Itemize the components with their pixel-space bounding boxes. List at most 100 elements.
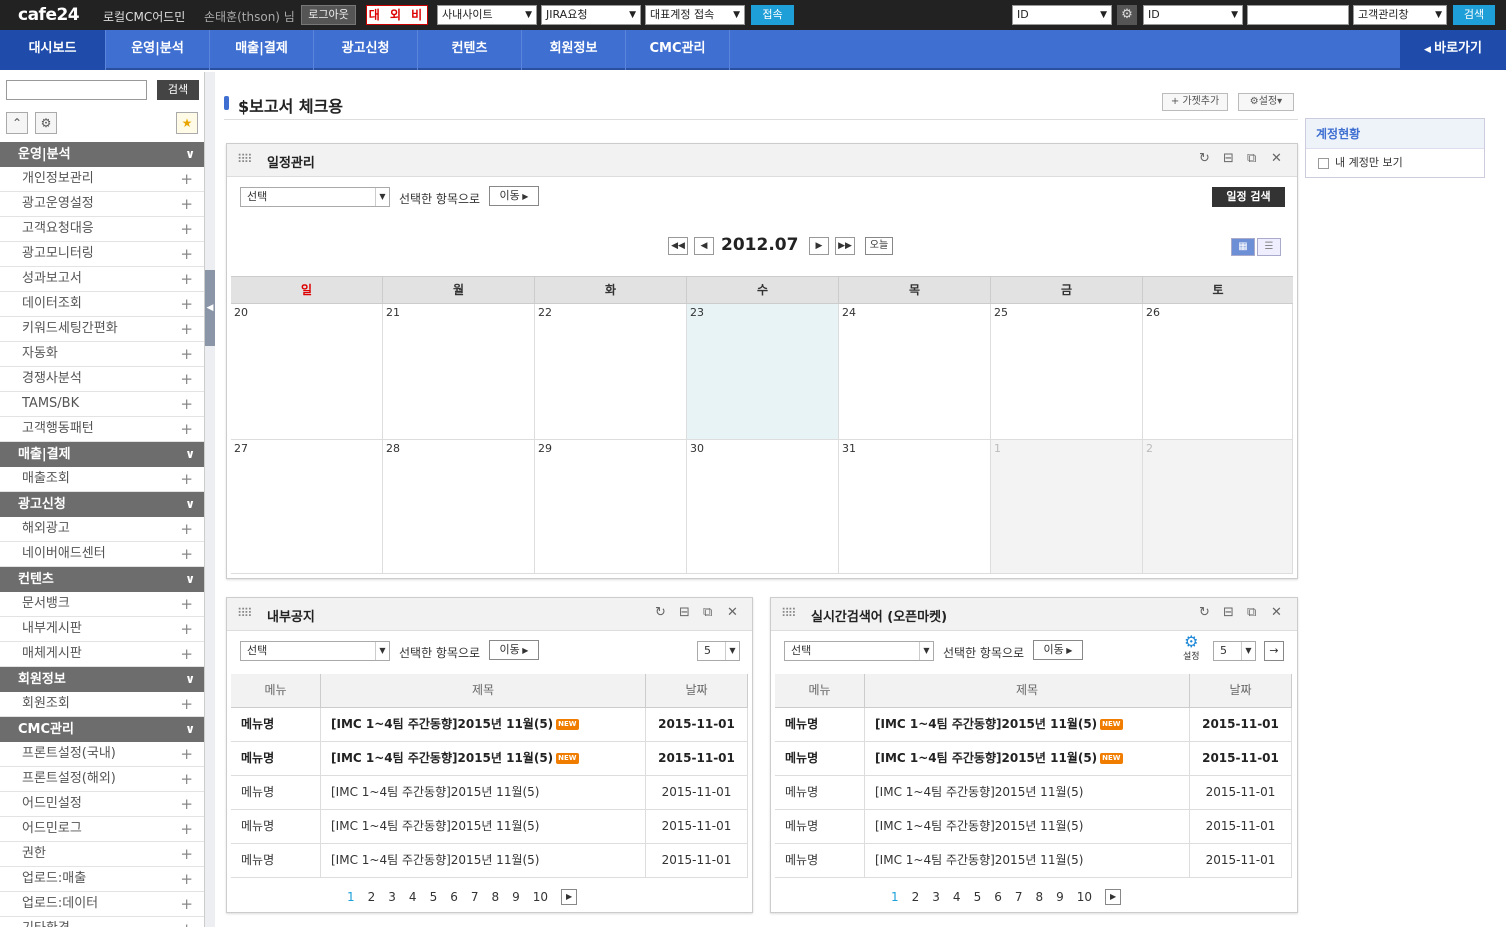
- calendar-day[interactable]: 29: [535, 440, 687, 574]
- refresh-icon[interactable]: ↻: [1199, 151, 1210, 166]
- sidebar-item[interactable]: 경쟁사분석 +: [0, 367, 204, 392]
- next-page-icon[interactable]: ▶: [561, 889, 578, 905]
- top-search-input[interactable]: [1247, 5, 1349, 25]
- table-cell-title[interactable]: [IMC 1~4팀 주간동향]2015년 11월(5): [321, 776, 646, 810]
- sidebar-category[interactable]: 운영|분석 ∨: [0, 142, 204, 167]
- plus-icon[interactable]: +: [180, 242, 193, 266]
- table-cell-title[interactable]: [IMC 1~4팀 주간동향]2015년 11월(5): [321, 844, 646, 878]
- id-select-2[interactable]: ID ▼: [1143, 5, 1243, 25]
- grid-view-icon[interactable]: ▦: [1231, 238, 1255, 256]
- collapse-up-icon[interactable]: ⌃: [6, 112, 28, 134]
- refresh-icon[interactable]: ↻: [655, 605, 666, 620]
- plus-icon[interactable]: +: [180, 542, 193, 566]
- page-number[interactable]: 4: [953, 890, 961, 904]
- chevron-down-icon[interactable]: ∨: [185, 717, 195, 742]
- jira-select[interactable]: JIRA요청 ▼: [541, 5, 641, 25]
- calendar-day[interactable]: 20: [231, 304, 383, 440]
- calendar-day[interactable]: 21: [383, 304, 535, 440]
- page-number[interactable]: 2: [912, 890, 920, 904]
- calendar-day[interactable]: 28: [383, 440, 535, 574]
- nav-ad-request[interactable]: 광고신청: [314, 30, 418, 70]
- sidebar-item[interactable]: 광고운영설정 +: [0, 192, 204, 217]
- page-number[interactable]: 2: [368, 890, 376, 904]
- sidebar-item[interactable]: 데이터조회 +: [0, 292, 204, 317]
- sidebar-item[interactable]: 네이버애드센터 +: [0, 542, 204, 567]
- sidebar-item[interactable]: 어드민로그 +: [0, 817, 204, 842]
- nav-sales[interactable]: 매출|결제: [210, 30, 314, 70]
- minimize-icon[interactable]: ⊟: [1223, 151, 1234, 166]
- gear-icon[interactable]: ⚙: [1117, 5, 1137, 25]
- gear-icon[interactable]: ⚙: [35, 112, 57, 134]
- plus-icon[interactable]: +: [180, 792, 193, 816]
- shortcut-button[interactable]: ◀ 바로가기: [1400, 30, 1506, 70]
- close-icon[interactable]: ✕: [1271, 605, 1282, 620]
- plus-icon[interactable]: +: [180, 742, 193, 766]
- drag-handle-icon[interactable]: ⠿⠿: [781, 606, 797, 620]
- sidebar-item[interactable]: 업로드:매출 +: [0, 867, 204, 892]
- page-size-select[interactable]: 5 ▼: [697, 641, 740, 661]
- page-number[interactable]: 7: [1015, 890, 1023, 904]
- plus-icon[interactable]: +: [180, 467, 193, 491]
- account-select[interactable]: 대표계정 접속 ▼: [645, 5, 745, 25]
- page-number[interactable]: 6: [450, 890, 458, 904]
- page-number[interactable]: 3: [388, 890, 396, 904]
- sidebar-item[interactable]: 해외광고 +: [0, 517, 204, 542]
- sidebar-search-button[interactable]: 검색: [157, 80, 199, 100]
- page-number[interactable]: 8: [1035, 890, 1043, 904]
- table-cell-title[interactable]: [IMC 1~4팀 주간동향]2015년 11월(5) NEW: [321, 742, 646, 776]
- sidebar-item[interactable]: TAMS/BK +: [0, 392, 204, 417]
- popout-icon[interactable]: ⧉: [703, 605, 712, 620]
- calendar-day-next-month[interactable]: 2: [1143, 440, 1293, 574]
- calendar-day[interactable]: 30: [687, 440, 839, 574]
- page-number[interactable]: 8: [491, 890, 499, 904]
- close-icon[interactable]: ✕: [727, 605, 738, 620]
- nav-members[interactable]: 회원정보: [522, 30, 626, 70]
- sidebar-item[interactable]: 자동화 +: [0, 342, 204, 367]
- checkbox-icon[interactable]: [1318, 157, 1329, 169]
- list-view-icon[interactable]: ☰: [1257, 238, 1281, 256]
- table-cell-title[interactable]: [IMC 1~4팀 주간동향]2015년 11월(5) NEW: [865, 742, 1190, 776]
- popout-icon[interactable]: ⧉: [1247, 151, 1256, 166]
- sidebar-item[interactable]: 권한 +: [0, 842, 204, 867]
- plus-icon[interactable]: +: [180, 517, 193, 541]
- plus-icon[interactable]: +: [180, 892, 193, 916]
- schedule-search-button[interactable]: 일정 검색: [1212, 187, 1285, 207]
- schedule-select[interactable]: 선택 ▼: [240, 187, 390, 207]
- plus-icon[interactable]: +: [180, 342, 193, 366]
- next-year-icon[interactable]: ▶▶: [835, 237, 855, 255]
- sidebar-item[interactable]: 키워드세팅간편화 +: [0, 317, 204, 342]
- calendar-day[interactable]: 22: [535, 304, 687, 440]
- plus-icon[interactable]: +: [180, 192, 193, 216]
- sidebar-category[interactable]: 매출|결제 ∨: [0, 442, 204, 467]
- sidebar-item[interactable]: 어드민설정 +: [0, 792, 204, 817]
- page-number[interactable]: 7: [471, 890, 479, 904]
- table-cell-title[interactable]: [IMC 1~4팀 주간동향]2015년 11월(5): [865, 844, 1190, 878]
- sidebar-item[interactable]: 광고모니터링 +: [0, 242, 204, 267]
- sidebar-category[interactable]: 컨텐츠 ∨: [0, 567, 204, 592]
- sidebar-item[interactable]: 매체게시판 +: [0, 642, 204, 667]
- connect-button[interactable]: 접속: [751, 5, 794, 25]
- sidebar-item[interactable]: 성과보고서 +: [0, 267, 204, 292]
- page-number[interactable]: 3: [932, 890, 940, 904]
- realtime-select[interactable]: 선택 ▼: [784, 641, 934, 661]
- page-number[interactable]: 5: [974, 890, 982, 904]
- page-number[interactable]: 1: [347, 890, 355, 904]
- chevron-down-icon[interactable]: ∨: [185, 442, 195, 467]
- cafe24-logo[interactable]: cafe24: [18, 5, 80, 25]
- page-number[interactable]: 1: [891, 890, 899, 904]
- sidebar-category[interactable]: CMC관리 ∨: [0, 717, 204, 742]
- site-select[interactable]: 사내사이트 ▼: [437, 5, 537, 25]
- plus-icon[interactable]: +: [180, 917, 193, 927]
- table-cell-title[interactable]: [IMC 1~4팀 주간동향]2015년 11월(5): [865, 810, 1190, 844]
- minimize-icon[interactable]: ⊟: [679, 605, 690, 620]
- drag-handle-icon[interactable]: ⠿⠿: [237, 606, 253, 620]
- nav-cmc[interactable]: CMC관리: [626, 30, 730, 70]
- calendar-day-next-month[interactable]: 1: [991, 440, 1143, 574]
- chevron-down-icon[interactable]: ∨: [185, 667, 195, 692]
- top-search-button[interactable]: 검색: [1453, 5, 1495, 25]
- plus-icon[interactable]: +: [180, 817, 193, 841]
- move-button[interactable]: 이동 ▶: [489, 640, 539, 660]
- prev-month-icon[interactable]: ◀: [694, 237, 714, 255]
- sidebar-item[interactable]: 프론트설정(국내) +: [0, 742, 204, 767]
- move-button[interactable]: 이동 ▶: [489, 186, 539, 206]
